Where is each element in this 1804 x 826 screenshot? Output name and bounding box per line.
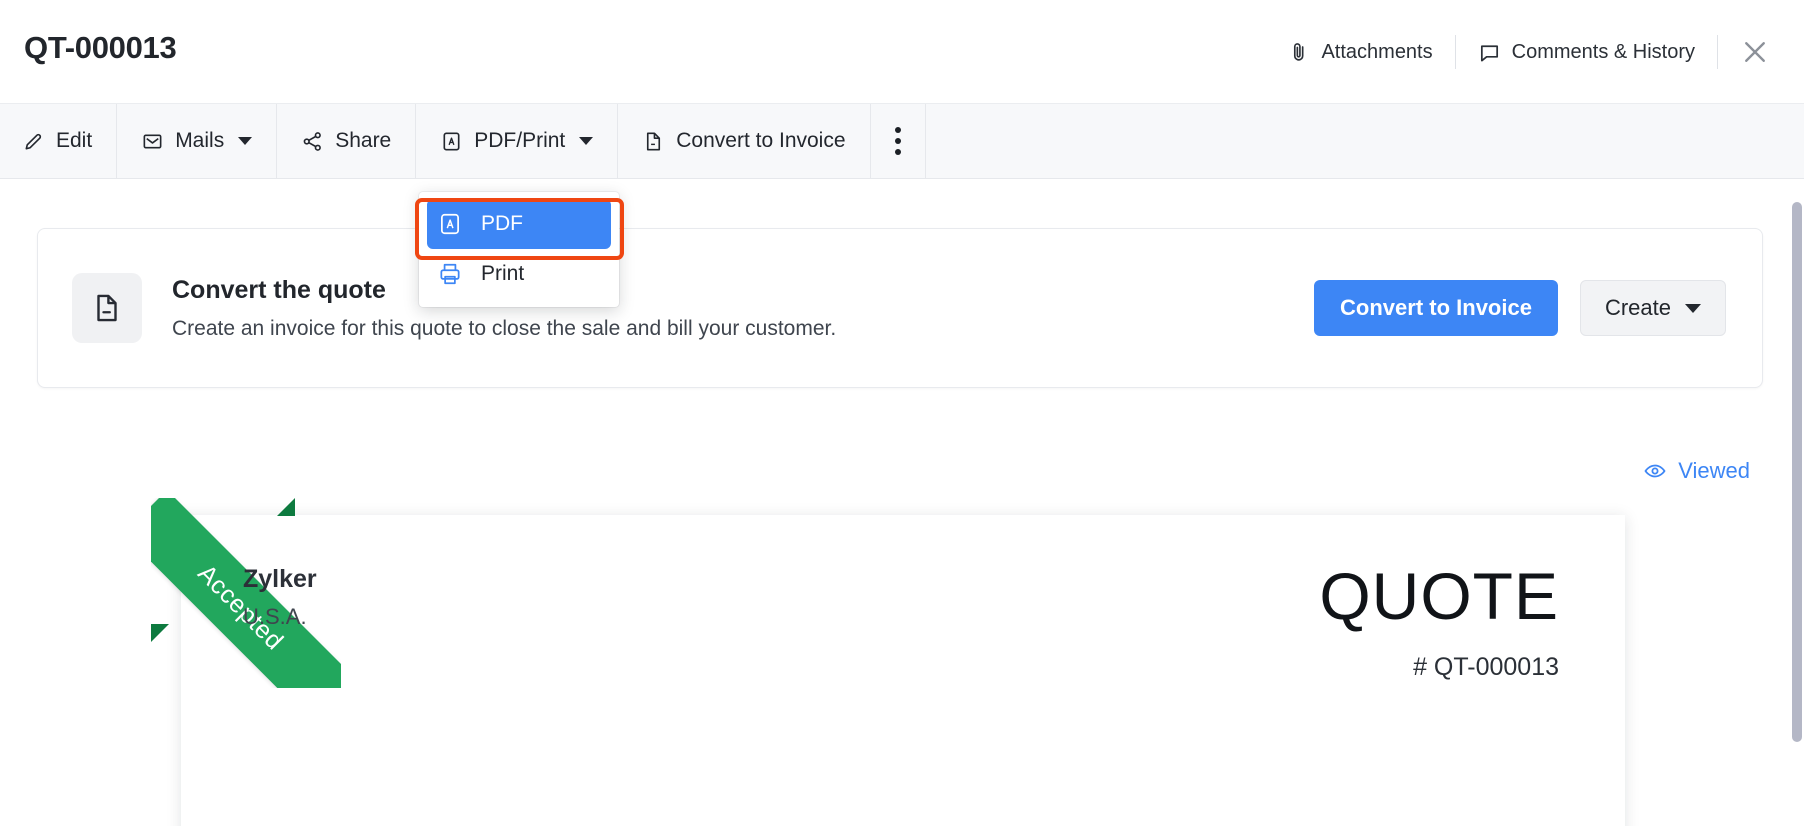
document-icon: [642, 130, 665, 153]
dropdown-label-print: Print: [481, 262, 525, 285]
attachments-label: Attachments: [1321, 40, 1433, 63]
toolbar-label-convert-to-invoice: Convert to Invoice: [676, 129, 846, 152]
page-header: QT-000013 Attachments Comments & History: [0, 0, 1804, 104]
quote-document-preview: Accepted Zylker U.S.A. QUOTE # QT-000013: [151, 498, 1625, 826]
comments-history-label: Comments & History: [1511, 40, 1695, 63]
chevron-down-icon: [238, 137, 253, 145]
toolbar-item-convert-to-invoice[interactable]: Convert to Invoice: [618, 104, 871, 178]
document-title: QUOTE: [1319, 559, 1559, 633]
dropdown-item-pdf[interactable]: PDF: [427, 199, 611, 249]
toolbar-item-more[interactable]: [871, 104, 926, 178]
share-icon: [301, 130, 324, 153]
comment-icon: [1478, 41, 1501, 64]
comments-history-button[interactable]: Comments & History: [1456, 32, 1717, 72]
banner-description: Create an invoice for this quote to clos…: [172, 316, 837, 340]
quote-detail-page: QT-000013 Attachments Comments & History: [0, 0, 1804, 826]
dropdown-label-pdf: PDF: [481, 212, 523, 235]
viewed-label: Viewed: [1678, 458, 1750, 483]
more-vertical-icon: [894, 127, 901, 155]
viewed-status[interactable]: Viewed: [1643, 458, 1750, 484]
toolbar-item-share[interactable]: Share: [277, 104, 417, 178]
header-actions: Attachments Comments & History: [1266, 0, 1784, 104]
ribbon-fold-bottom: [151, 624, 169, 642]
organization-country: U.S.A.: [243, 604, 307, 629]
convert-to-invoice-button[interactable]: Convert to Invoice: [1314, 280, 1558, 336]
action-toolbar: Edit Mails Share PDF/Print Convert to In…: [0, 104, 1804, 179]
chevron-down-icon: [1685, 303, 1701, 313]
eye-icon: [1643, 459, 1667, 483]
printer-icon: [437, 261, 463, 287]
page-title: QT-000013: [24, 30, 177, 65]
document-minus-icon: [90, 291, 124, 325]
toolbar-item-mails[interactable]: Mails: [117, 104, 278, 178]
page-scrollbar-thumb[interactable]: [1792, 202, 1802, 742]
pdf-print-dropdown-menu: PDF Print: [419, 192, 619, 307]
pencil-icon: [22, 130, 45, 153]
create-button-label: Create: [1604, 295, 1671, 320]
pdf-file-icon: [437, 211, 463, 237]
close-icon: [1740, 37, 1770, 67]
dropdown-item-print[interactable]: Print: [419, 249, 619, 299]
toolbar-filler: [926, 104, 1804, 178]
document-heading: QUOTE # QT-000013: [1319, 563, 1559, 682]
toolbar-item-edit[interactable]: Edit: [0, 104, 118, 178]
toolbar-label-edit: Edit: [56, 129, 93, 152]
organization-name: Zylker: [243, 565, 317, 593]
banner-icon-container: [72, 273, 142, 343]
toolbar-label-mails: Mails: [175, 129, 225, 152]
attachments-button[interactable]: Attachments: [1266, 32, 1454, 72]
mail-icon: [141, 130, 164, 153]
toolbar-label-pdf-print: PDF/Print: [474, 129, 566, 152]
pdf-icon: [440, 130, 463, 153]
chevron-down-icon: [579, 137, 594, 145]
close-button[interactable]: [1718, 37, 1784, 67]
document-organization: Zylker U.S.A.: [243, 565, 317, 630]
toolbar-label-share: Share: [335, 129, 392, 152]
create-button[interactable]: Create: [1579, 280, 1726, 336]
banner-buttons: Convert to Invoice Create: [1314, 280, 1726, 336]
document-number: # QT-000013: [1413, 653, 1559, 681]
paperclip-icon: [1288, 41, 1310, 63]
toolbar-item-pdf-print[interactable]: PDF/Print: [416, 104, 619, 178]
ribbon-fold-top: [277, 498, 295, 516]
convert-quote-banner: Convert the quote Create an invoice for …: [37, 228, 1763, 388]
